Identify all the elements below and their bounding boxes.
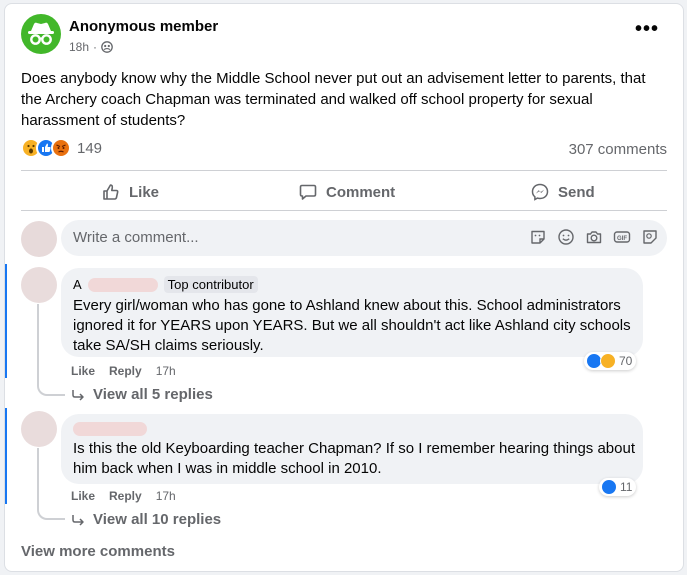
- composer-icons: GIF: [529, 228, 659, 246]
- comment-reaction-count: 11: [620, 480, 633, 494]
- post-meta: 18h ·: [69, 40, 113, 54]
- comment-count[interactable]: 307 comments: [569, 141, 667, 158]
- svg-text:GIF: GIF: [617, 236, 627, 242]
- post-text: Does anybody know why the Middle School …: [21, 70, 646, 129]
- comment-text: Is this the old Keyboarding teacher Chap…: [73, 440, 635, 477]
- comment-bubble: A Top contributor Every girl/woman who h…: [61, 268, 643, 357]
- comment-input[interactable]: Write a comment... GIF: [61, 220, 667, 256]
- comment-time[interactable]: 17h: [156, 489, 176, 503]
- comment-actions: Like Reply 17h: [71, 489, 176, 503]
- sticker-icon[interactable]: [529, 228, 547, 246]
- incognito-icon: [28, 22, 54, 45]
- post-reactions[interactable]: 149: [21, 138, 102, 158]
- anonymous-avatar[interactable]: [21, 14, 61, 54]
- comment-reply-button[interactable]: Reply: [109, 489, 142, 503]
- comment-bubble-icon: [299, 184, 317, 200]
- angry-reaction-icon: [51, 138, 71, 158]
- view-replies-button[interactable]: View all 10 replies: [71, 511, 221, 528]
- divider-top: [21, 170, 667, 171]
- commenter-avatar[interactable]: [21, 411, 57, 447]
- like-button[interactable]: Like: [101, 182, 159, 202]
- emoji-icon[interactable]: [557, 228, 575, 246]
- thread-indicator: [5, 408, 7, 504]
- comment-text: Every girl/woman who has gone to Ashland…: [73, 297, 631, 354]
- post-author[interactable]: Anonymous member: [69, 18, 218, 35]
- thread-indicator: [5, 264, 7, 378]
- comment-like-button[interactable]: Like: [71, 364, 95, 378]
- comment-header: A Top contributor: [73, 276, 258, 293]
- send-button[interactable]: Send: [530, 182, 595, 202]
- divider-bottom: [21, 210, 667, 211]
- post-time[interactable]: 18h: [69, 40, 89, 54]
- avatar-sticker-icon[interactable]: [641, 228, 659, 246]
- comment-button[interactable]: Comment: [298, 182, 395, 202]
- reaction-count: 149: [77, 139, 103, 157]
- reply-arrow-icon: [72, 389, 84, 401]
- camera-icon[interactable]: [585, 228, 603, 246]
- view-replies-label: View all 10 replies: [93, 511, 222, 528]
- messenger-icon: [531, 183, 549, 201]
- comment-input-placeholder: Write a comment...: [73, 229, 199, 246]
- more-options-icon[interactable]: •••: [635, 19, 659, 39]
- view-replies-button[interactable]: View all 5 replies: [71, 386, 213, 403]
- like-reaction-icon: [601, 479, 617, 495]
- redacted-name[interactable]: [73, 422, 147, 436]
- commenter-name[interactable]: A: [73, 277, 82, 292]
- gif-icon[interactable]: GIF: [613, 228, 631, 246]
- current-user-avatar[interactable]: [21, 221, 57, 257]
- thumbs-up-icon: [103, 184, 119, 200]
- comment-reply-button[interactable]: Reply: [109, 364, 142, 378]
- view-replies-label: View all 5 replies: [93, 386, 213, 403]
- comment-bubble: Is this the old Keyboarding teacher Chap…: [61, 414, 643, 484]
- meta-separator: ·: [93, 40, 98, 54]
- commenter-avatar[interactable]: [21, 267, 57, 303]
- comment-reaction-count: 70: [619, 354, 633, 368]
- post-card: Anonymous member 18h · ••• Does anybody …: [4, 3, 684, 572]
- audience-group-icon[interactable]: [101, 41, 113, 53]
- comment-time[interactable]: 17h: [156, 364, 176, 378]
- care-reaction-icon: [600, 353, 616, 369]
- comment-reactions[interactable]: 70: [584, 352, 637, 370]
- comment-reactions[interactable]: 11: [599, 478, 637, 496]
- comment-label: Comment: [326, 183, 396, 201]
- like-label: Like: [129, 183, 160, 201]
- comment-actions: Like Reply 17h: [71, 364, 176, 378]
- top-contributor-badge: Top contributor: [163, 276, 258, 293]
- reply-arrow-icon: [72, 514, 84, 526]
- send-label: Send: [558, 183, 595, 201]
- redacted-name: [87, 277, 158, 292]
- view-more-comments[interactable]: View more comments: [21, 543, 175, 560]
- comment-like-button[interactable]: Like: [71, 489, 95, 503]
